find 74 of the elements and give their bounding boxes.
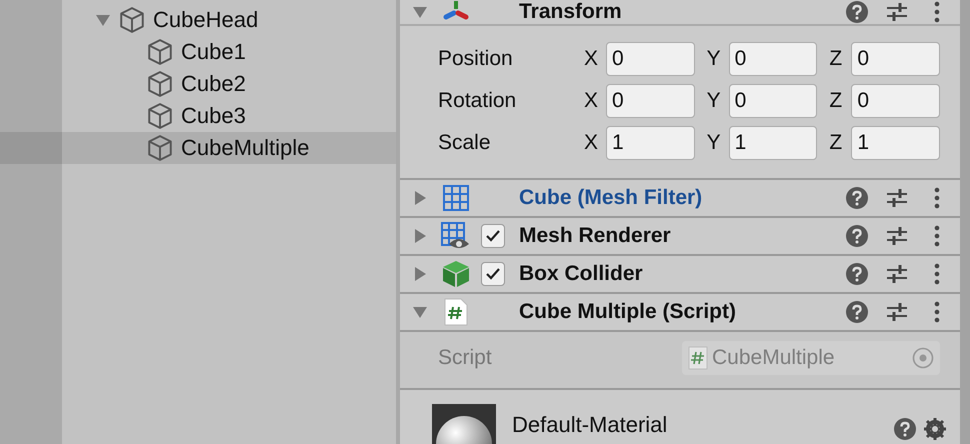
item-label: CubeMultiple [181,135,310,161]
help-icon[interactable] [894,418,916,440]
presets-icon[interactable] [886,263,908,285]
component-title: Mesh Renderer [519,224,672,248]
number-field[interactable]: 0 [851,42,940,76]
hierarchy-item[interactable]: Cube1 [0,36,396,68]
component-header[interactable]: Transform [400,0,960,26]
cube-icon [147,70,173,98]
axis-label: Y [706,131,722,155]
grid-icon [443,185,469,211]
material-name: Default-Material [512,411,668,438]
component-header[interactable]: Box Collider [400,256,960,294]
component-header[interactable]: Cube (Mesh Filter) [400,180,960,218]
collapse-arrow-icon[interactable] [412,266,428,282]
hierarchy-item[interactable]: Cube2 [0,68,396,100]
collapse-arrow-icon[interactable] [412,228,428,244]
number-field[interactable]: 1 [851,126,940,160]
help-icon[interactable] [846,1,868,23]
enable-checkbox[interactable] [481,224,505,248]
cube-icon [147,102,173,130]
item-label: Cube3 [181,103,246,129]
property-label: Script [438,346,492,370]
number-field[interactable]: 0 [606,42,695,76]
expand-arrow-icon[interactable] [412,304,428,320]
number-field[interactable]: 1 [728,126,818,160]
number-field[interactable]: 0 [728,84,818,118]
axis-label: X [584,47,600,71]
presets-icon[interactable] [886,301,908,323]
help-icon[interactable] [846,225,868,247]
presets-icon[interactable] [886,1,908,23]
hierarchy-item[interactable]: CubeMultiple [0,132,396,164]
component-header[interactable]: Mesh Renderer [400,218,960,256]
axis-label: Z [829,47,844,71]
property-label: Position [438,47,514,71]
script-file-icon [688,346,708,370]
enable-checkbox[interactable] [481,262,505,286]
number-field[interactable]: 0 [851,84,940,118]
cube-icon [119,6,145,34]
cube-icon [147,134,173,162]
checkmark-icon [485,267,501,281]
item-label: Cube1 [181,39,246,65]
script-file-icon [443,297,469,327]
number-field[interactable]: 0 [606,84,695,118]
number-field[interactable]: 0 [728,42,818,76]
property-label: Rotation [438,89,518,113]
cube-icon [442,260,470,288]
axis-label: Z [829,131,844,155]
component-title: Cube (Mesh Filter) [519,186,704,210]
expand-arrow-icon[interactable] [412,4,428,20]
axis-label: Z [829,89,844,113]
help-icon[interactable] [846,187,868,209]
component-title: Box Collider [519,262,644,286]
axis-label: X [584,89,600,113]
component-title: Transform [519,0,623,24]
settings-icon[interactable] [924,418,946,440]
hierarchy-item[interactable]: Cube3 [0,100,396,132]
axis-label: X [584,131,600,155]
number-field[interactable]: 1 [606,126,695,160]
cube-icon [147,38,173,66]
component-title: Cube Multiple (Script) [519,300,737,324]
checkmark-icon [485,229,501,243]
help-icon[interactable] [846,301,868,323]
presets-icon[interactable] [886,187,908,209]
item-label: Cube2 [181,71,246,97]
presets-icon[interactable] [886,225,908,247]
grid-eye-icon [441,222,471,250]
axis-label: Y [706,47,722,71]
collapse-arrow-icon[interactable] [412,190,428,206]
help-icon[interactable] [846,263,868,285]
axis-label: Y [706,89,722,113]
hierarchy-item[interactable]: CubeHead [0,4,396,36]
item-label: CubeHead [153,7,258,33]
expand-arrow-icon[interactable] [95,12,111,28]
property-label: Scale [438,131,492,155]
